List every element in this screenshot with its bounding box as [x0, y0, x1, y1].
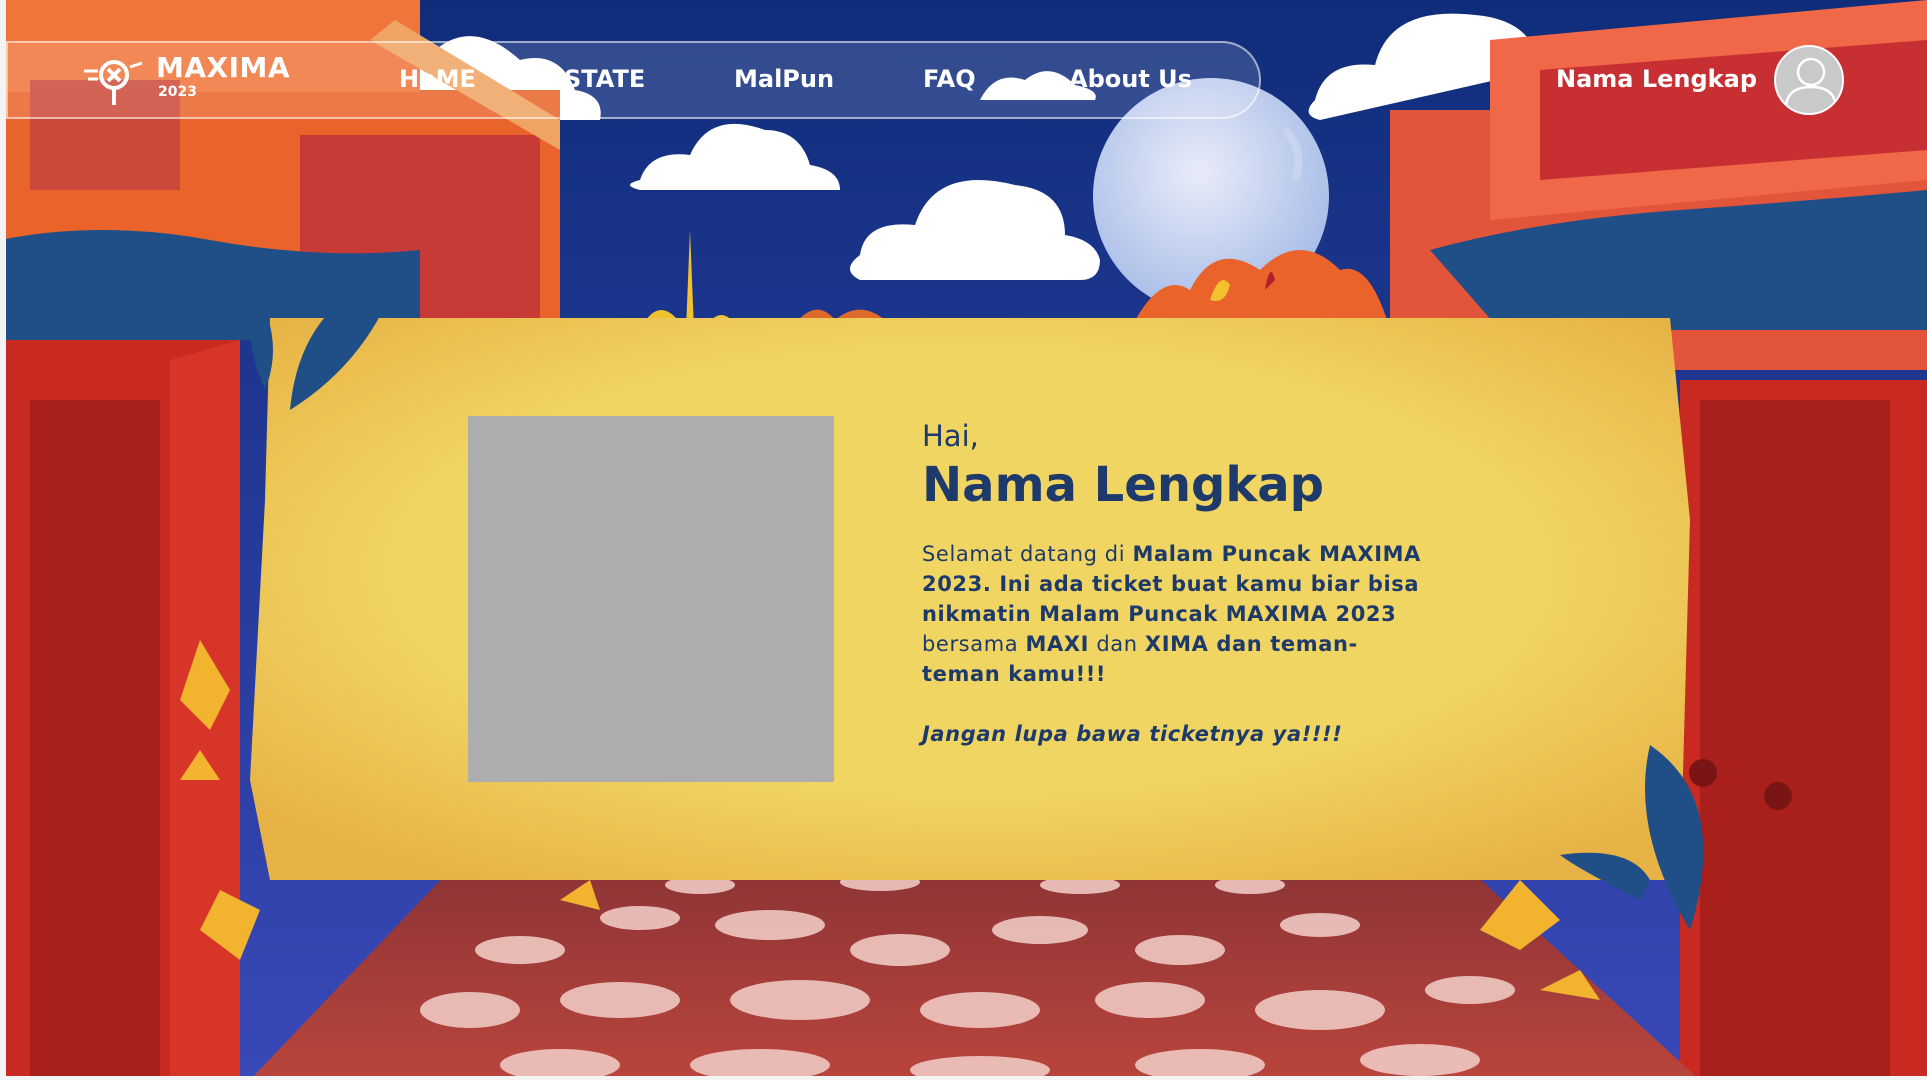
- msg-text-1: Selamat datang di: [922, 542, 1133, 566]
- user-name[interactable]: Nama Lengkap: [1556, 63, 1757, 95]
- msg-bold-4: XIMA: [1144, 632, 1209, 656]
- user-avatar[interactable]: [1774, 45, 1844, 115]
- nav-malpun[interactable]: MalPun: [734, 63, 834, 95]
- ticket-reminder: Jangan lupa bawa ticketnya ya!!!!: [922, 722, 1343, 746]
- msg-text-3: bersama: [922, 632, 1026, 656]
- nav-faq[interactable]: FAQ: [923, 63, 976, 95]
- ticket-image-placeholder: [468, 416, 834, 782]
- brand-year: 2023: [158, 84, 197, 100]
- msg-text-4: dan: [1089, 632, 1145, 656]
- brand-name: MAXIMA: [156, 51, 291, 84]
- maxima-logo-icon: [84, 60, 143, 105]
- greeting-name: Nama Lengkap: [922, 457, 1325, 513]
- msg-bold-3: MAXI: [1025, 632, 1090, 656]
- cobblestone-path: [250, 870, 1700, 1080]
- nav-home[interactable]: HoME: [399, 63, 476, 95]
- msg-bold-2: Malam Puncak MAXIMA 2023: [1039, 602, 1397, 626]
- nav-state[interactable]: STATE: [564, 63, 645, 95]
- greeting-hai: Hai,: [922, 419, 979, 453]
- nav-about-us[interactable]: About Us: [1069, 63, 1192, 95]
- welcome-message: Selamat datang di Malam Puncak MAXIMA 20…: [922, 539, 1432, 689]
